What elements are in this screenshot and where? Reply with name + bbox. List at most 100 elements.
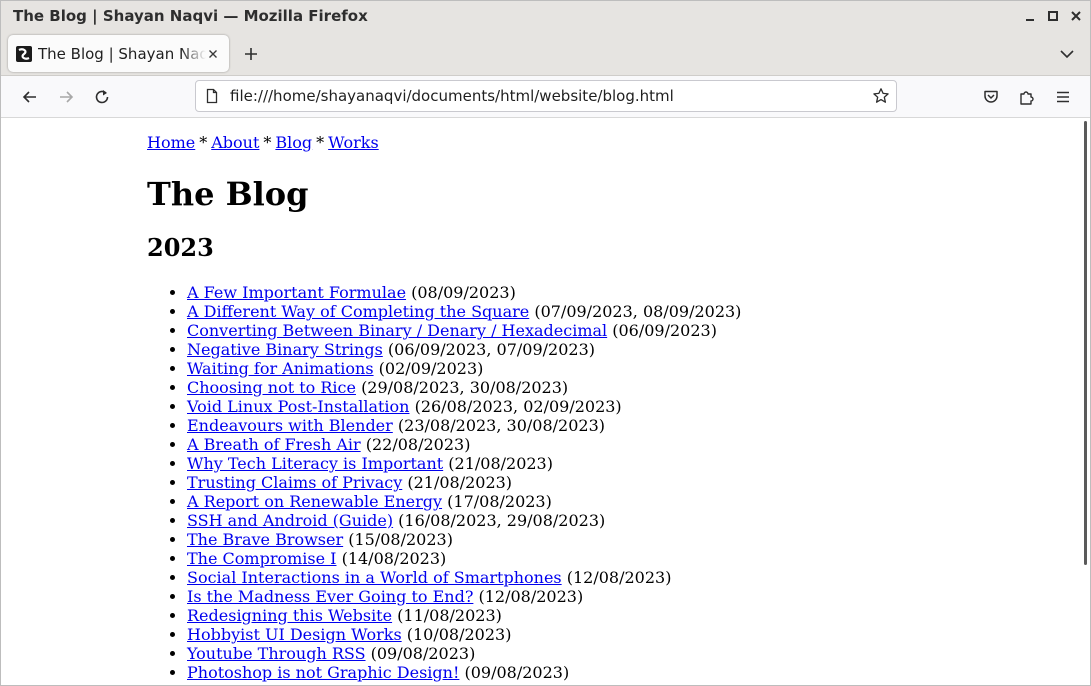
- post-dates: (10/08/2023): [406, 625, 512, 644]
- list-item: Social Interactions in a World of Smartp…: [187, 568, 1083, 587]
- page-icon: [204, 88, 220, 104]
- list-item: Void Linux Post-Installation (26/08/2023…: [187, 397, 1083, 416]
- post-dates: (07/09/2023, 08/09/2023): [534, 302, 742, 321]
- list-item: Choosing not to Rice (29/08/2023, 30/08/…: [187, 378, 1083, 397]
- back-arrow-icon[interactable]: [20, 87, 40, 107]
- extensions-icon[interactable]: [1017, 87, 1037, 107]
- new-tab-icon[interactable]: [241, 44, 261, 64]
- maximize-icon[interactable]: [1043, 6, 1063, 26]
- post-dates: (26/08/2023, 02/09/2023): [414, 397, 622, 416]
- post-link[interactable]: Converting Between Binary / Denary / Hex…: [187, 321, 607, 340]
- url-text[interactable]: file:///home/shayanaqvi/documents/html/w…: [230, 87, 674, 105]
- post-link[interactable]: Waiting for Animations: [187, 359, 374, 378]
- post-dates: (06/09/2023): [612, 321, 717, 340]
- list-item: A Report on Renewable Energy (17/08/2023…: [187, 492, 1083, 511]
- list-item: Hobbyist UI Design Works (10/08/2023): [187, 625, 1083, 644]
- post-link[interactable]: Trusting Claims of Privacy: [187, 473, 402, 492]
- post-dates: (09/08/2023): [370, 644, 476, 663]
- post-dates: (21/08/2023): [448, 454, 553, 473]
- nav-link-blog[interactable]: Blog: [275, 133, 312, 152]
- post-dates: (17/08/2023): [447, 492, 552, 511]
- post-list: A Few Important Formulae (08/09/2023) A …: [147, 283, 1083, 682]
- post-link[interactable]: Photoshop is not Graphic Design!: [187, 663, 459, 682]
- post-link[interactable]: SSH and Android (Guide): [187, 511, 393, 530]
- firefox-window: The Blog | Shayan Naqvi — Mozilla Firefo…: [0, 0, 1091, 686]
- scrollbar[interactable]: [1083, 118, 1090, 685]
- list-item: Youtube Through RSS (09/08/2023): [187, 644, 1083, 663]
- list-item: Endeavours with Blender (23/08/2023, 30/…: [187, 416, 1083, 435]
- list-item: Redesigning this Website (11/08/2023): [187, 606, 1083, 625]
- list-item: A Few Important Formulae (08/09/2023): [187, 283, 1083, 302]
- post-dates: (16/08/2023, 29/08/2023): [398, 511, 606, 530]
- post-link[interactable]: Is the Madness Ever Going to End?: [187, 587, 473, 606]
- pocket-icon[interactable]: [981, 87, 1001, 107]
- title-bar: The Blog | Shayan Naqvi — Mozilla Firefo…: [1, 1, 1090, 32]
- post-link[interactable]: Redesigning this Website: [187, 606, 392, 625]
- post-dates: (08/09/2023): [411, 283, 516, 302]
- tab-strip: The Blog | Shayan Naqvi: [1, 32, 1090, 76]
- reload-icon[interactable]: [92, 87, 112, 107]
- year-heading: 2023: [147, 233, 214, 262]
- post-link[interactable]: Endeavours with Blender: [187, 416, 393, 435]
- nav-link-home[interactable]: Home: [147, 133, 195, 152]
- window-title: The Blog | Shayan Naqvi — Mozilla Firefo…: [13, 7, 368, 25]
- list-item: Waiting for Animations (02/09/2023): [187, 359, 1083, 378]
- post-link[interactable]: Youtube Through RSS: [187, 644, 366, 663]
- url-bar[interactable]: file:///home/shayanaqvi/documents/html/w…: [195, 80, 897, 112]
- post-dates: (29/08/2023, 30/08/2023): [361, 378, 569, 397]
- post-dates: (09/08/2023): [464, 663, 570, 682]
- shayan-logo-icon: [16, 46, 32, 62]
- list-item: Negative Binary Strings (06/09/2023, 07/…: [187, 340, 1083, 359]
- post-link[interactable]: A Different Way of Completing the Square: [187, 302, 529, 321]
- scrollbar-thumb[interactable]: [1084, 121, 1087, 565]
- post-link[interactable]: Choosing not to Rice: [187, 378, 356, 397]
- forward-arrow-icon[interactable]: [56, 87, 76, 107]
- list-item: The Compromise I (14/08/2023): [187, 549, 1083, 568]
- close-tab-icon[interactable]: [205, 46, 221, 62]
- list-item: Is the Madness Ever Going to End? (12/08…: [187, 587, 1083, 606]
- hamburger-menu-icon[interactable]: [1053, 87, 1073, 107]
- list-item: Converting Between Binary / Denary / Hex…: [187, 321, 1083, 340]
- post-dates: (21/08/2023): [407, 473, 513, 492]
- nav-link-about[interactable]: About: [211, 133, 259, 152]
- list-item: A Breath of Fresh Air (22/08/2023): [187, 435, 1083, 454]
- post-dates: (06/09/2023, 07/09/2023): [387, 340, 595, 359]
- post-dates: (22/08/2023): [365, 435, 471, 454]
- post-dates: (11/08/2023): [397, 606, 502, 625]
- list-item: Trusting Claims of Privacy (21/08/2023): [187, 473, 1083, 492]
- post-dates: (12/08/2023): [478, 587, 584, 606]
- tab-label: The Blog | Shayan Naqvi: [38, 45, 206, 63]
- list-item: Photoshop is not Graphic Design! (09/08/…: [187, 663, 1083, 682]
- nav-link-works[interactable]: Works: [328, 133, 379, 152]
- post-link[interactable]: Social Interactions in a World of Smartp…: [187, 568, 562, 587]
- navigation-toolbar: file:///home/shayanaqvi/documents/html/w…: [1, 76, 1090, 118]
- chevron-down-icon[interactable]: [1057, 44, 1077, 64]
- list-item: SSH and Android (Guide) (16/08/2023, 29/…: [187, 511, 1083, 530]
- tab-blog[interactable]: The Blog | Shayan Naqvi: [8, 35, 229, 72]
- page-title: The Blog: [147, 175, 309, 213]
- page-content: Home*About*Blog*Works The Blog 2023 A Fe…: [1, 118, 1083, 685]
- nav-separator: *: [199, 133, 208, 152]
- post-link[interactable]: The Compromise I: [187, 549, 336, 568]
- bookmark-star-icon[interactable]: [872, 87, 890, 105]
- post-link[interactable]: Void Linux Post-Installation: [187, 397, 409, 416]
- nav-separator: *: [263, 133, 272, 152]
- list-item: Why Tech Literacy is Important (21/08/20…: [187, 454, 1083, 473]
- list-item: The Brave Browser (15/08/2023): [187, 530, 1083, 549]
- close-window-icon[interactable]: [1066, 6, 1086, 26]
- minimize-icon[interactable]: [1020, 6, 1040, 26]
- list-item: A Different Way of Completing the Square…: [187, 302, 1083, 321]
- post-link[interactable]: A Report on Renewable Energy: [187, 492, 442, 511]
- post-dates: (12/08/2023): [566, 568, 672, 587]
- post-dates: (02/09/2023): [378, 359, 484, 378]
- nav-separator: *: [316, 133, 325, 152]
- post-link[interactable]: Why Tech Literacy is Important: [187, 454, 443, 473]
- post-link[interactable]: A Few Important Formulae: [187, 283, 406, 302]
- post-link[interactable]: A Breath of Fresh Air: [187, 435, 361, 454]
- post-dates: (23/08/2023, 30/08/2023): [397, 416, 605, 435]
- post-link[interactable]: Negative Binary Strings: [187, 340, 383, 359]
- post-link[interactable]: The Brave Browser: [187, 530, 343, 549]
- post-link[interactable]: Hobbyist UI Design Works: [187, 625, 402, 644]
- post-dates: (15/08/2023): [348, 530, 453, 549]
- post-dates: (14/08/2023): [341, 549, 447, 568]
